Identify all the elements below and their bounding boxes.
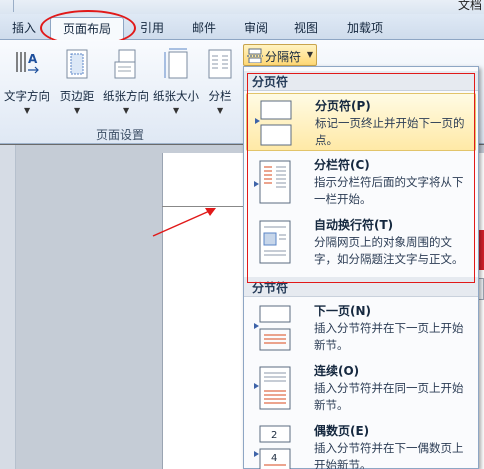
chevron-down-icon: ▼ <box>123 106 130 115</box>
vertical-ruler <box>0 145 16 469</box>
columns-label: 分栏 <box>208 89 232 103</box>
paper-size-button[interactable]: 纸张大小 ▼ <box>151 46 201 120</box>
chevron-down-icon: ▼ <box>74 106 81 115</box>
even-page-number-4: 4 <box>271 453 277 464</box>
menu-item-even-page[interactable]: 2 4 偶数页(E) 插入分节符并在下一偶数页上开始新节。 <box>246 419 476 469</box>
even-page-title: 偶数页(E) <box>314 424 370 438</box>
continuous-description: 插入分节符并在同一页上开始新节。 <box>314 381 464 412</box>
svg-text:A: A <box>28 52 38 66</box>
continuous-title: 连续(O) <box>314 364 360 378</box>
tab-view[interactable]: 视图 <box>288 17 324 39</box>
orientation-button[interactable]: 纸张方向 ▼ <box>101 46 151 120</box>
paper-size-icon <box>164 48 188 79</box>
window-title: 文档 <box>457 0 482 12</box>
next-page-section-icon <box>254 305 291 351</box>
orientation-icon <box>114 49 136 79</box>
next-page-title: 下一页(N) <box>314 304 372 318</box>
tab-review[interactable]: 审阅 <box>238 17 274 39</box>
margins-icon <box>66 49 88 79</box>
tab-insert[interactable]: 插入 <box>4 17 44 39</box>
even-page-number-2: 2 <box>271 430 277 441</box>
columns-button[interactable]: 分栏 ▼ <box>199 46 241 120</box>
annotation-arrow-icon <box>152 208 216 237</box>
quick-access-toolbar[interactable] <box>0 0 14 12</box>
breaks-icon <box>247 48 263 63</box>
text-direction-icon: A <box>16 52 39 74</box>
text-direction-button[interactable]: A 文字方向 ▼ <box>2 46 52 120</box>
next-page-description: 插入分节符并在下一页上开始新节。 <box>314 321 464 352</box>
tab-references[interactable]: 引用 <box>132 17 172 39</box>
annotation-box <box>247 73 475 283</box>
breaks-button[interactable]: 分隔符 ▼ <box>243 44 317 66</box>
even-page-description: 插入分节符并在下一偶数页上开始新节。 <box>314 441 464 469</box>
chevron-down-icon: ▼ <box>24 106 31 115</box>
tab-mailings[interactable]: 邮件 <box>184 17 224 39</box>
menu-item-next-page[interactable]: 下一页(N) 插入分节符并在下一页上开始新节。 <box>246 299 476 357</box>
chevron-down-icon: ▼ <box>173 106 180 115</box>
chevron-down-icon: ▼ <box>306 50 313 59</box>
even-page-section-icon: 2 4 <box>254 425 291 469</box>
margins-button[interactable]: 页边距 ▼ <box>52 46 102 120</box>
columns-icon <box>208 49 232 79</box>
continuous-section-icon <box>254 366 291 410</box>
chevron-down-icon: ▼ <box>217 106 224 115</box>
menu-item-continuous[interactable]: 连续(O) 插入分节符并在同一页上开始新节。 <box>246 359 476 417</box>
tab-addins[interactable]: 加载项 <box>340 17 390 39</box>
page-setup-group-label: 页面设置 <box>96 128 145 142</box>
breaks-label: 分隔符 <box>265 50 302 64</box>
